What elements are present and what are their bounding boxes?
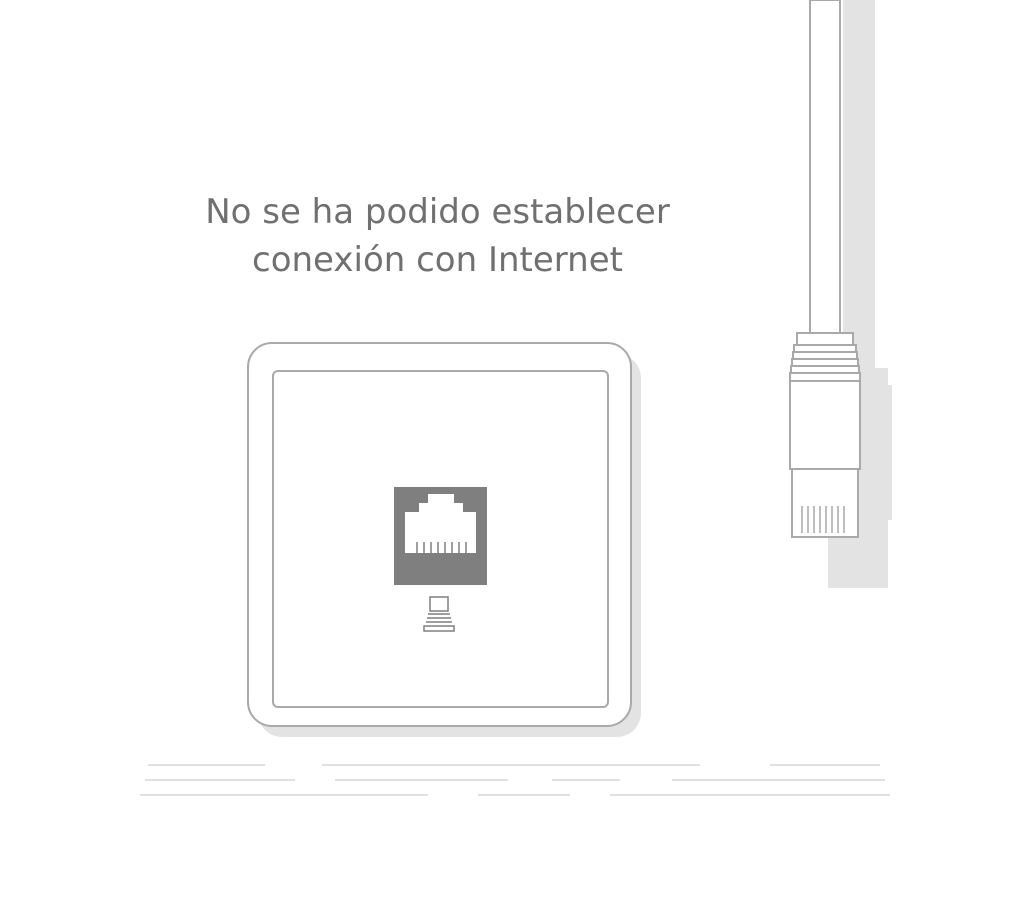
illustration (140, 0, 892, 796)
floor-lines (140, 764, 890, 796)
ethernet-port-icon (394, 487, 487, 585)
ethernet-wall-socket-icon (247, 342, 641, 737)
no-connection-page: No se ha podido establecer conexión con … (0, 0, 1024, 908)
